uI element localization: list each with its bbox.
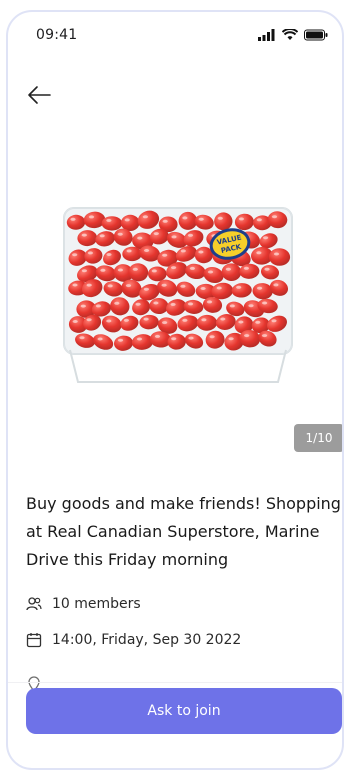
calendar-icon [26, 633, 42, 648]
battery-icon [304, 29, 328, 41]
event-title: Buy goods and make friends! Shopping at … [26, 494, 341, 569]
members-row: 10 members [26, 596, 141, 612]
members-icon [26, 597, 42, 611]
status-time: 09:41 [36, 27, 78, 43]
image-pager: 1/10 [294, 424, 342, 452]
back-arrow-icon[interactable] [26, 84, 52, 106]
wifi-icon [282, 29, 298, 40]
status-bar: 09:41 [8, 12, 342, 56]
event-datetime: 14:00, Friday, Sep 30 2022 [52, 632, 242, 648]
ask-to-join-button[interactable]: Ask to join [26, 688, 342, 734]
bottom-divider [8, 682, 342, 683]
members-count: 10 members [52, 596, 141, 612]
status-icons [258, 29, 328, 41]
product-image: VALUE PACK [62, 200, 294, 386]
signal-icon [258, 29, 275, 41]
phone-frame: 09:41 VALUE PACK 1/10 Buy goods and make… [6, 10, 344, 770]
tomato-clamshell-image: VALUE PACK [63, 207, 293, 383]
datetime-row: 14:00, Friday, Sep 30 2022 [26, 632, 241, 648]
